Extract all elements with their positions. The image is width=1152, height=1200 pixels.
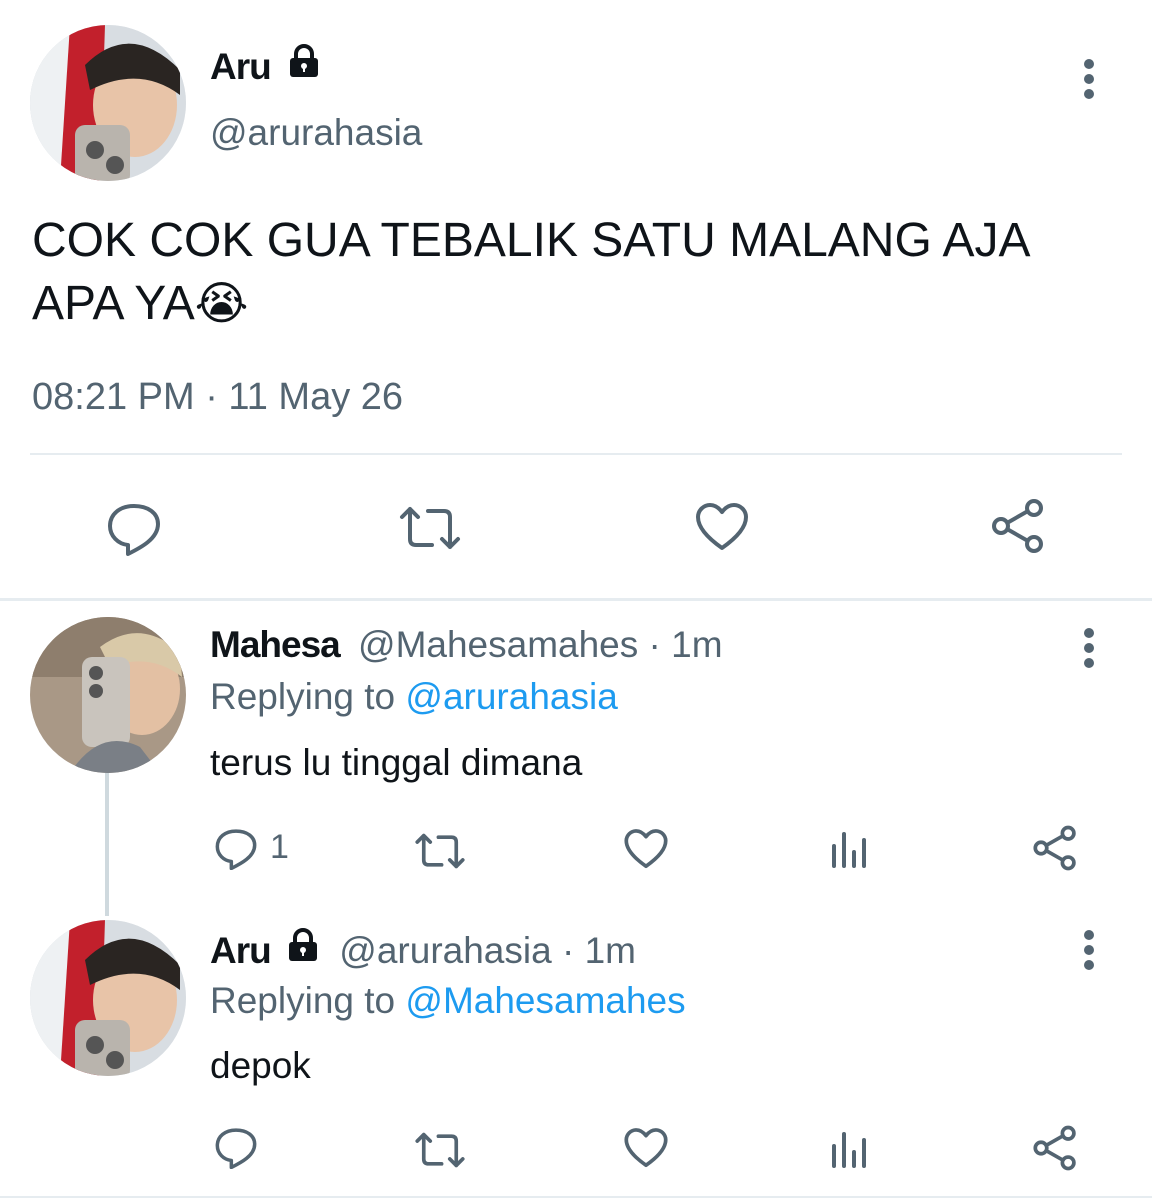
retweet-icon[interactable]	[398, 505, 462, 551]
lock-icon	[284, 41, 324, 90]
share-icon[interactable]	[990, 498, 1046, 554]
avatar[interactable]	[30, 617, 186, 773]
share-icon[interactable]	[1032, 1125, 1078, 1171]
more-icon[interactable]	[1083, 59, 1095, 104]
like-icon[interactable]	[623, 828, 669, 870]
like-icon[interactable]	[623, 1127, 669, 1169]
reply-meta[interactable]: @Mahesamahes · 1m	[358, 624, 723, 665]
tweet-text-line2-text: APA YA	[32, 277, 195, 330]
like-icon[interactable]	[694, 502, 750, 552]
lock-icon	[283, 925, 323, 974]
tweet-text-line2: APA YA😭	[32, 272, 1031, 335]
views-icon[interactable]	[830, 1130, 870, 1168]
views-icon[interactable]	[830, 830, 870, 868]
replying-to-prefix: Replying to	[210, 676, 406, 717]
avatar[interactable]	[30, 25, 186, 181]
section-divider	[0, 598, 1152, 601]
replying-to-prefix: Replying to	[210, 980, 406, 1021]
crying-emoji: 😭	[194, 277, 249, 329]
more-icon[interactable]	[1083, 628, 1095, 673]
retweet-icon[interactable]	[414, 832, 466, 870]
author-name[interactable]: Aru	[210, 43, 324, 90]
reply-icon[interactable]	[106, 502, 162, 556]
reply-text: terus lu tinggal dimana	[210, 742, 583, 783]
tweet-text-line1: COK COK GUA TEBALIK SATU MALANG AJA	[32, 214, 1031, 267]
reply-header: Mahesa @Mahesamahes · 1m	[210, 624, 723, 666]
more-icon[interactable]	[1083, 930, 1095, 975]
reply-text: depok	[210, 1045, 311, 1086]
tweet-text: COK COK GUA TEBALIK SATU MALANG AJA APA …	[32, 210, 1031, 335]
share-icon[interactable]	[1032, 825, 1078, 871]
retweet-icon[interactable]	[414, 1131, 466, 1169]
avatar[interactable]	[30, 920, 186, 1076]
reply-author-name[interactable]: Aru	[210, 930, 272, 971]
reply-icon[interactable]	[214, 1127, 258, 1169]
tweet-timestamp: 08:21 PM · 11 May 26	[32, 376, 404, 418]
reply-meta[interactable]: @arurahasia · 1m	[339, 930, 636, 971]
replying-to: Replying to @Mahesamahes	[210, 980, 686, 1022]
reply-count: 1	[270, 828, 289, 866]
reply-header: Aru @arurahasia · 1m	[210, 927, 636, 974]
reply-icon[interactable]	[214, 828, 258, 870]
author-name-text[interactable]: Aru	[210, 46, 272, 87]
author-handle[interactable]: @arurahasia	[210, 112, 422, 154]
replying-to: Replying to @arurahasia	[210, 676, 618, 718]
replying-to-link[interactable]: @arurahasia	[405, 676, 617, 717]
bottom-divider	[0, 1196, 1152, 1198]
divider	[30, 453, 1122, 455]
replying-to-link[interactable]: @Mahesamahes	[405, 980, 685, 1021]
thread-line	[105, 773, 109, 916]
reply-author-name[interactable]: Mahesa	[210, 624, 341, 665]
